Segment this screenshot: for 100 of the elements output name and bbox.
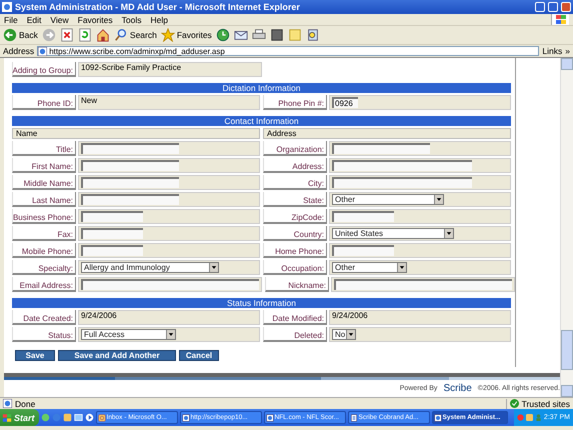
- menu-item[interactable]: Favorites: [78, 14, 113, 24]
- start-button[interactable]: Start: [0, 409, 39, 426]
- browser-icon: [434, 414, 442, 422]
- forward-icon: [42, 28, 56, 42]
- close-button[interactable]: [561, 2, 571, 12]
- field-label: Adding to Group:: [12, 62, 76, 77]
- mail-icon[interactable]: [62, 413, 72, 422]
- caret-icon: [166, 330, 175, 339]
- text-field[interactable]: [81, 211, 143, 222]
- caret-icon: [397, 263, 406, 272]
- field-value: 9/24/2006: [329, 310, 511, 325]
- text-field[interactable]: [332, 143, 430, 154]
- toolbar-button[interactable]: [306, 28, 320, 42]
- form-button[interactable]: Save: [15, 350, 55, 361]
- home-icon: [96, 28, 110, 42]
- page-icon: [3, 399, 12, 408]
- text-field[interactable]: [81, 143, 179, 154]
- field-value: New: [78, 95, 260, 110]
- minimize-button[interactable]: [535, 2, 545, 12]
- form-button[interactable]: Cancel: [179, 350, 219, 361]
- play-icon[interactable]: [84, 413, 94, 422]
- section-header: Contact Information: [12, 116, 511, 126]
- text-field[interactable]: [81, 228, 143, 239]
- field-label: Middle Name:: [12, 175, 76, 190]
- address-label: Address: [3, 46, 34, 56]
- browser-icon: [2, 2, 12, 12]
- column-header: Name: [12, 128, 260, 139]
- zone-text: Trusted sites: [522, 398, 570, 408]
- music-icon[interactable]: [40, 413, 50, 422]
- field-value: 1092-Scribe Family Practice: [78, 62, 262, 77]
- browser-icon: [182, 414, 190, 422]
- text-field[interactable]: [332, 177, 472, 188]
- stop-icon: [60, 28, 74, 42]
- field-label: Date Modified:: [263, 310, 327, 325]
- field-label: State:: [263, 192, 327, 207]
- field-label: Business Phone:: [12, 209, 76, 224]
- menu-item[interactable]: View: [50, 14, 69, 24]
- field-label: Email Address:: [12, 277, 76, 292]
- menu-item[interactable]: Tools: [122, 14, 142, 24]
- caret-icon: [346, 330, 355, 339]
- flag-logo-icon: [554, 15, 566, 24]
- note-icon: [288, 28, 302, 42]
- text-field[interactable]: [81, 279, 259, 290]
- field-label: City:: [263, 175, 327, 190]
- text-field[interactable]: 0926: [332, 97, 358, 108]
- toolbar-button[interactable]: [96, 28, 110, 42]
- maximize-button[interactable]: [548, 2, 558, 12]
- mail-icon: [98, 414, 106, 422]
- toolbar-button[interactable]: Back: [3, 28, 38, 42]
- dropdown[interactable]: Other: [332, 262, 407, 273]
- field-label: Specialty:: [12, 260, 76, 275]
- scrollbar[interactable]: [560, 58, 573, 397]
- dropdown[interactable]: United States: [332, 228, 454, 239]
- text-field[interactable]: [334, 279, 512, 290]
- window-title: System Administration - MD Add User - Microsoft Internet Explorer: [15, 2, 301, 12]
- text-field[interactable]: [81, 194, 179, 205]
- toolbar-button[interactable]: Favorites: [160, 28, 212, 42]
- text-field[interactable]: [332, 245, 394, 256]
- field-label: Fax:: [12, 226, 76, 241]
- print-icon: [252, 28, 266, 42]
- field-label: Phone ID:: [12, 95, 76, 110]
- toolbar-button[interactable]: [252, 28, 266, 42]
- text-field[interactable]: [81, 177, 179, 188]
- text-field[interactable]: [81, 160, 179, 171]
- dropdown[interactable]: Other: [332, 194, 444, 205]
- field-label: ZipCode:: [263, 209, 327, 224]
- toolbar-button[interactable]: [60, 28, 74, 42]
- field-value: 9/24/2006: [78, 310, 260, 325]
- dropdown[interactable]: Allergy and Immunology: [81, 262, 219, 273]
- field-label: Date Created:: [12, 310, 76, 325]
- menu-item[interactable]: Edit: [26, 14, 42, 24]
- text-field[interactable]: [81, 245, 143, 256]
- column-header: Address: [263, 128, 511, 139]
- desktop-icon[interactable]: [74, 413, 83, 422]
- doc-icon: [350, 414, 358, 422]
- field-label: Nickname:: [265, 277, 329, 292]
- caret-icon: [444, 229, 453, 238]
- menu-item[interactable]: Help: [150, 14, 168, 24]
- form-button[interactable]: Save and Add Another: [58, 350, 176, 361]
- address-field[interactable]: https://www.scribe.com/adminxp/md_adduser.asp: [37, 46, 540, 56]
- section-header: Dictation Information: [12, 83, 511, 93]
- text-field[interactable]: [332, 211, 394, 222]
- caret-icon: [209, 263, 218, 272]
- brand-logo: Scribe: [443, 383, 472, 394]
- toolbar-button[interactable]: [234, 28, 248, 42]
- toolbar-button[interactable]: [216, 28, 230, 42]
- dropdown[interactable]: Full Access: [81, 329, 176, 340]
- more-button[interactable]: »: [565, 46, 570, 56]
- links-button[interactable]: Links: [542, 46, 562, 56]
- research-icon: [306, 28, 320, 42]
- field-label: Last Name:: [12, 192, 76, 207]
- text-field[interactable]: [332, 160, 472, 171]
- field-label: Address:: [263, 158, 327, 173]
- field-label: First Name:: [12, 158, 76, 173]
- field-label: Mobile Phone:: [12, 243, 76, 258]
- windows-flag-icon: [2, 412, 12, 422]
- menu-item[interactable]: File: [4, 14, 18, 24]
- caret-icon: [434, 195, 443, 204]
- dropdown[interactable]: No: [332, 329, 356, 340]
- toolbar-button[interactable]: Search: [114, 28, 157, 42]
